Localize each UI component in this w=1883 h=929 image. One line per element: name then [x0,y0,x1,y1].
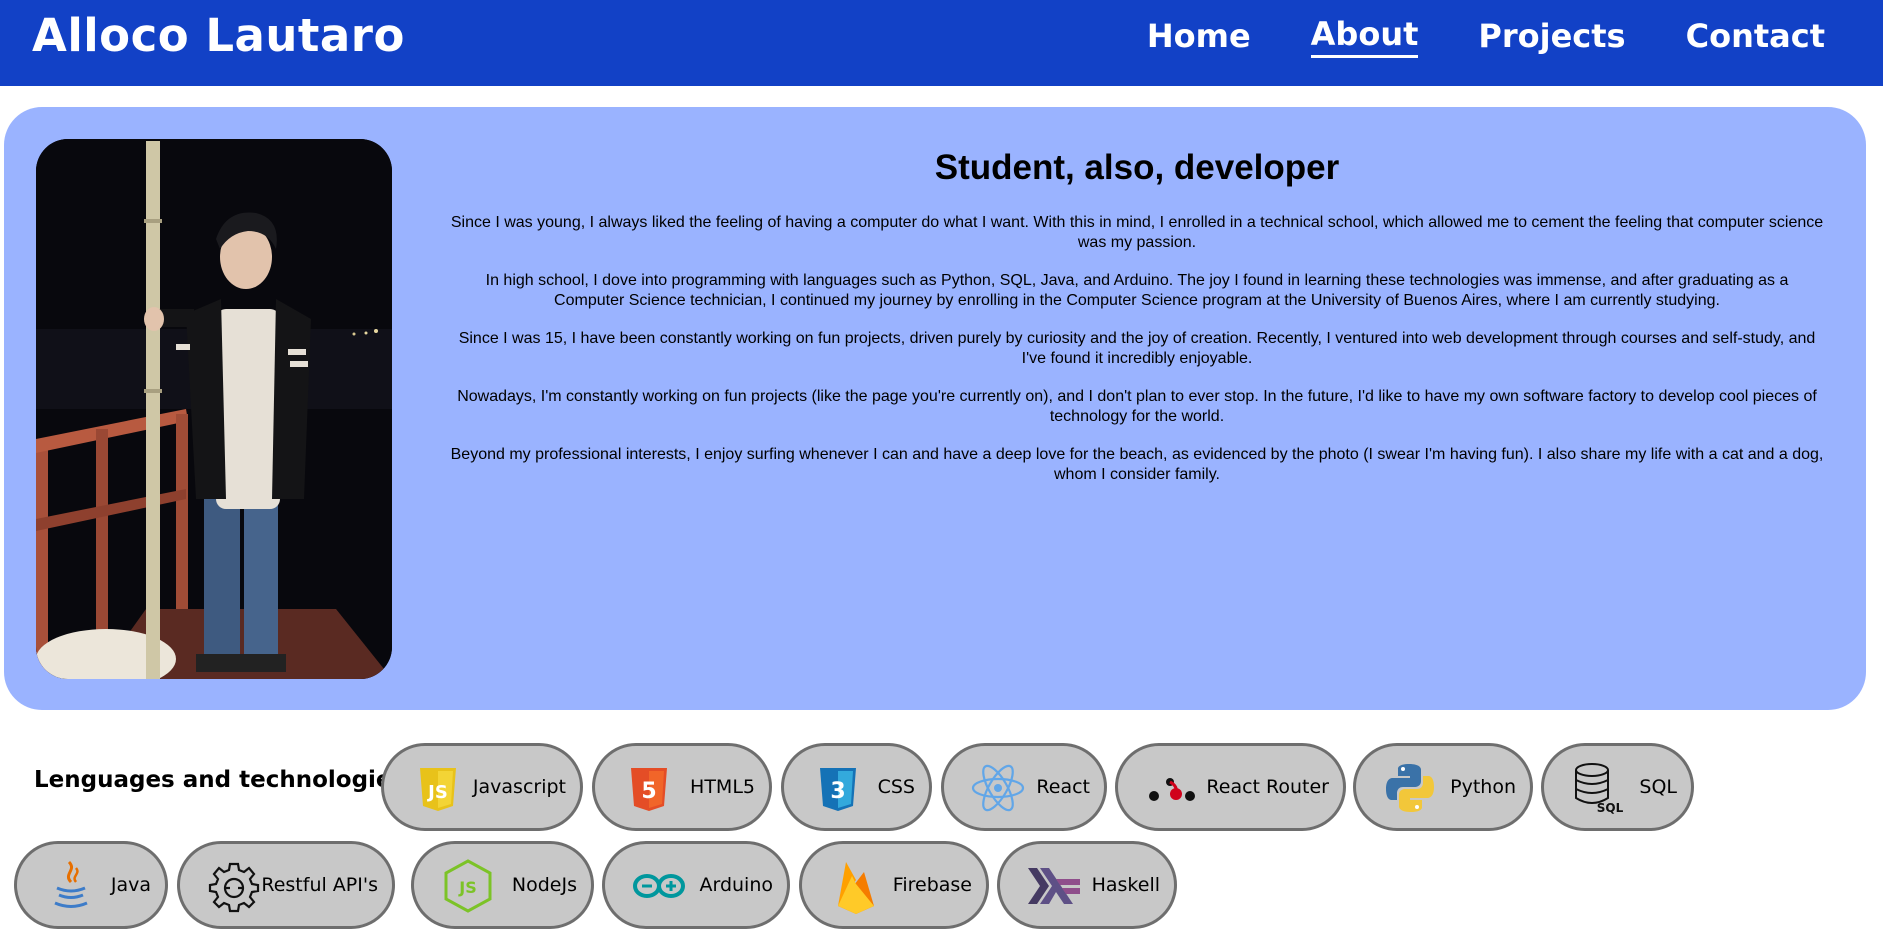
top-navbar: Alloco Lautaro Home About Projects Conta… [0,0,1883,86]
react-router-icon [1149,778,1195,801]
skill-label: SQL [1639,776,1677,798]
python-icon [1386,764,1434,812]
css3-icon: 3 [820,768,856,811]
svg-text:JS: JS [458,878,476,897]
gear-api-icon [208,862,260,913]
nav-contact-link[interactable]: Contact [1686,14,1825,58]
bio-paragraph: Nowadays, I'm constantly working on fun … [457,388,1817,425]
skill-pill-html5[interactable]: 5 HTML5 [592,743,772,831]
skill-pill-nodejs[interactable]: JS NodeJs [411,841,594,929]
haskell-icon [1028,868,1080,904]
skill-label: Firebase [892,874,972,896]
arduino-icon [633,874,685,898]
skill-pill-python[interactable]: Python [1353,743,1533,831]
nav-home-link[interactable]: Home [1147,14,1251,58]
svg-text:SQL: SQL [1597,801,1624,815]
html5-icon: 5 [631,768,667,811]
skill-pill-javascript[interactable]: JS Javascript [381,743,583,831]
skill-label: Arduino [699,874,773,896]
skill-pill-restful-apis[interactable]: Restful API's [177,841,395,929]
react-icon [971,764,1025,812]
skill-pill-react-router[interactable]: React Router [1115,743,1346,831]
firebase-icon [838,862,874,914]
skill-label: NodeJs [511,874,577,896]
skill-pill-sql[interactable]: SQL SQL [1541,743,1694,831]
nodejs-icon: JS [444,859,492,913]
bio-paragraph: In high school, I dove into programming … [485,272,1789,309]
bio-paragraph: Beyond my professional interests, I enjo… [450,446,1824,483]
skill-pill-java[interactable]: Java [14,841,168,929]
skill-label: CSS [877,776,915,798]
profile-photo-illustration [36,139,392,679]
skill-label: React [1036,776,1090,798]
site-brand[interactable]: Alloco Lautaro [32,6,405,66]
skill-label: Javascript [472,776,566,798]
svg-text:3: 3 [830,779,845,804]
skill-pill-react[interactable]: React [941,743,1107,831]
svg-text:JS: JS [426,782,448,803]
svg-text:5: 5 [641,779,656,804]
skill-label: Haskell [1091,874,1160,896]
main-nav: Home About Projects Contact [1087,14,1825,58]
javascript-icon: JS [420,768,456,811]
skill-label: Python [1450,776,1516,798]
profile-photo [36,139,392,679]
skill-pill-css[interactable]: 3 CSS [781,743,932,831]
bio-paragraph: Since I was young, I always liked the fe… [450,214,1824,251]
skills-label: Lenguages and technologies: [34,767,415,793]
skill-label: HTML5 [690,776,755,798]
sql-icon: SQL [1575,763,1624,815]
skill-label: Java [110,874,151,896]
skill-pill-arduino[interactable]: Arduino [602,841,790,929]
java-icon [54,860,88,908]
skill-pill-firebase[interactable]: Firebase [799,841,989,929]
skill-pill-haskell[interactable]: Haskell [997,841,1177,929]
about-card: Student, also, developer Since I was you… [4,107,1866,710]
nav-projects-link[interactable]: Projects [1478,14,1625,58]
skill-label: Restful API's [261,874,378,896]
about-heading: Student, also, developer [934,148,1340,187]
nav-about-link[interactable]: About [1310,14,1419,58]
about-bio: Since I was young, I always liked the fe… [450,213,1824,503]
bio-paragraph: Since I was 15, I have been constantly w… [458,330,1816,367]
skill-label: React Router [1206,776,1329,798]
